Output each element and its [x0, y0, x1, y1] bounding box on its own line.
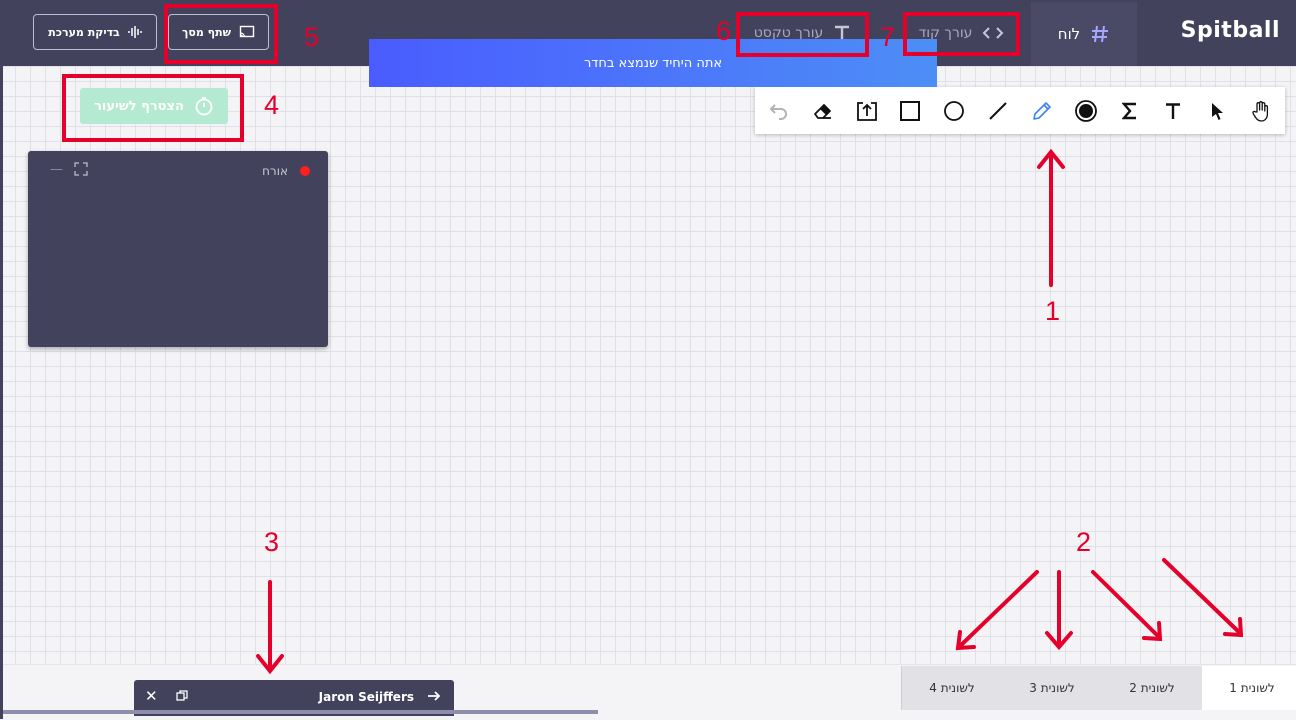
- upload-icon[interactable]: [851, 95, 883, 127]
- undo-icon[interactable]: [763, 95, 795, 127]
- system-check-button[interactable]: בדיקת מערכת: [33, 14, 157, 50]
- grid-hash-icon: [1090, 24, 1110, 44]
- circle-icon[interactable]: [938, 95, 970, 127]
- notification-banner: אתה היחיד שנמצא בחדר: [369, 39, 937, 87]
- code-brackets-icon: [982, 25, 1004, 41]
- recording-status-dot: [300, 166, 310, 176]
- pencil-icon[interactable]: [1026, 95, 1058, 127]
- annotation-label-6: 6: [716, 16, 732, 46]
- arrow-right-icon[interactable]: [426, 688, 442, 704]
- page-tab-label: לשונית 1: [1229, 681, 1275, 695]
- participant-name: אורח: [262, 164, 288, 178]
- share-screen-label: שתף מסך: [182, 25, 231, 39]
- text-tool-icon[interactable]: [1157, 95, 1189, 127]
- page-tab-4[interactable]: לשונית 4: [901, 666, 1002, 710]
- minimize-icon[interactable]: —: [50, 162, 63, 177]
- annotation-label-7: 7: [880, 22, 896, 52]
- annotation-label-5: 5: [304, 22, 320, 52]
- page-tab-label: לשונית 3: [1029, 681, 1075, 695]
- cast-icon: [239, 25, 255, 39]
- page-tab-3[interactable]: לשונית 3: [1001, 666, 1102, 710]
- close-icon[interactable]: ✕: [145, 687, 158, 705]
- page-tab-1[interactable]: לשונית 1: [1201, 666, 1296, 710]
- annotation-label-2: 2: [1076, 527, 1092, 557]
- system-check-label: בדיקת מערכת: [48, 25, 120, 39]
- app-logo: Spitball: [1180, 18, 1280, 43]
- video-panel: אורח —: [28, 151, 328, 347]
- drawing-toolbar: [755, 87, 1285, 134]
- page-tab-label: לשונית 4: [929, 681, 975, 695]
- page-tab-label: לשונית 2: [1129, 681, 1175, 695]
- restore-window-icon[interactable]: [176, 690, 188, 702]
- annotation-label-4: 4: [264, 90, 280, 120]
- line-icon[interactable]: [982, 95, 1014, 127]
- color-picker-icon[interactable]: [1070, 95, 1102, 127]
- fullscreen-icon[interactable]: [74, 162, 88, 176]
- page-tab-2[interactable]: לשונית 2: [1101, 666, 1202, 710]
- tab-board[interactable]: לוח: [1031, 2, 1137, 66]
- notification-text: אתה היחיד שנמצא בחדר: [583, 55, 723, 71]
- hand-icon[interactable]: [1245, 95, 1277, 127]
- eraser-icon[interactable]: [807, 95, 839, 127]
- join-lesson-label: הצטרף לשיעור: [94, 98, 184, 114]
- audio-wave-icon: [128, 25, 142, 39]
- share-screen-button[interactable]: שתף מסך: [168, 14, 269, 50]
- sigma-icon[interactable]: [1114, 95, 1146, 127]
- tab-board-label: לוח: [1057, 25, 1081, 43]
- pointer-icon[interactable]: [1201, 95, 1233, 127]
- chat-contact-name: Jaron Seijffers: [318, 690, 414, 704]
- rectangle-icon[interactable]: [894, 95, 926, 127]
- stopwatch-icon: [194, 96, 214, 116]
- annotation-label-3: 3: [264, 527, 280, 557]
- join-lesson-button[interactable]: הצטרף לשיעור: [80, 88, 228, 124]
- annotation-label-1: 1: [1045, 296, 1061, 326]
- left-edge-strip: [0, 0, 3, 719]
- progress-bar: [0, 710, 598, 714]
